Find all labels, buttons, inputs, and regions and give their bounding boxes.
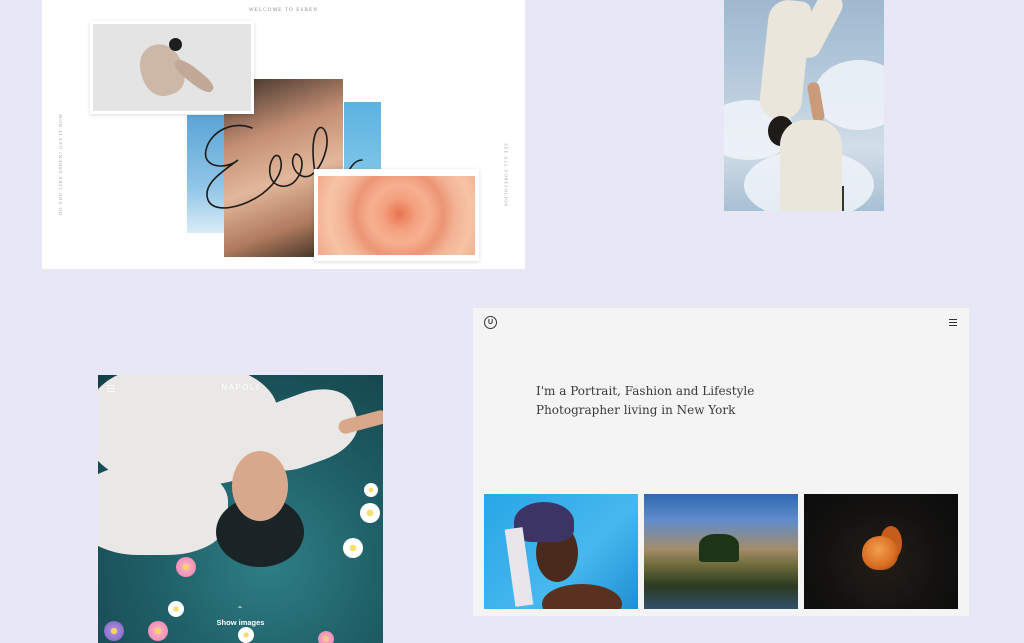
rose-photo	[314, 169, 479, 261]
model-face	[232, 451, 288, 521]
landscape-thumbnail[interactable]	[644, 494, 798, 609]
side-link-get-it[interactable]: DO YOU LIKE ESBEN? GET IT NOW	[58, 113, 63, 215]
hamburger-menu-icon[interactable]	[949, 319, 957, 328]
logo-icon[interactable]: U	[484, 316, 497, 329]
squirrel-thumbnail[interactable]	[804, 494, 958, 609]
esben-theme-preview[interactable]: WELCOME TO ESBEN DO YOU LIKE ESBEN? GET …	[42, 0, 525, 269]
napoli-brand[interactable]: NAPOLI	[98, 383, 383, 392]
chevron-up-icon[interactable]: ⌃	[235, 606, 245, 614]
sitting-figure-photo	[90, 21, 254, 114]
show-images-button[interactable]: Show images	[98, 618, 383, 627]
side-link-portfolios[interactable]: SEE ALL PORTFOLIOS	[504, 143, 509, 207]
woman-sky-photo	[724, 0, 884, 211]
napoli-theme-preview[interactable]: NAPOLI ⌃ Show images	[98, 375, 383, 643]
portrait-thumbnail[interactable]	[484, 494, 638, 609]
portfolio-theme-preview[interactable]: U I'm a Portrait, Fashion and Lifestyle …	[473, 308, 969, 616]
page-headline: I'm a Portrait, Fashion and Lifestyle Ph…	[536, 384, 755, 417]
welcome-text: WELCOME TO ESBEN	[248, 8, 319, 13]
